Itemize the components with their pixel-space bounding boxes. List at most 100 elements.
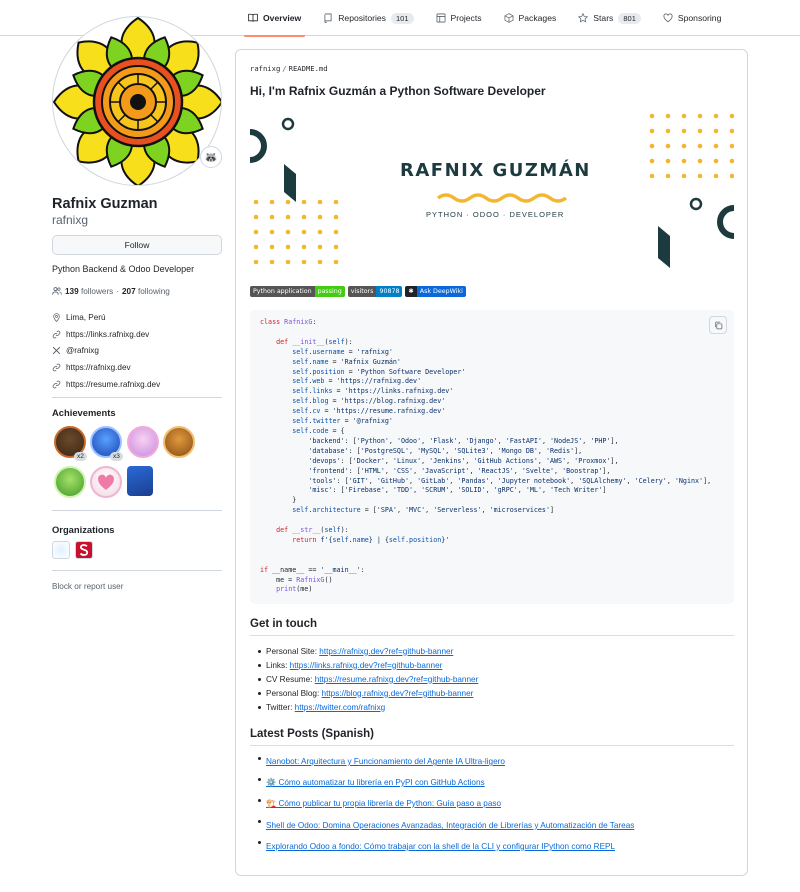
heart-icon [663,13,673,23]
dot-separator: · [116,286,119,296]
tab-packages-label: Packages [518,13,557,23]
shield-value: passing [314,286,345,297]
book-icon [248,13,258,22]
tab-overview[interactable]: Overview [244,0,306,37]
profile-username: rafnixg [52,213,89,227]
tab-repositories[interactable]: Repositories 101 [319,0,417,36]
visitors-shield[interactable]: visitors 90878 [347,286,403,297]
python-app-shield[interactable]: Python application passing [250,286,345,297]
code-block: class RafnixG: def __init__(self): self.… [250,310,734,604]
tab-stars-label: Stars [593,13,614,23]
tab-sponsoring-label: Sponsoring [677,13,722,23]
website-row[interactable]: https://rafnixg.dev [52,359,160,376]
breadcrumb: rafnixg / README.md [250,64,328,73]
twitter-row[interactable]: @rafnixg [52,342,160,359]
contact-link[interactable]: https://blog.rafnixg.dev?ref=github-bann… [322,689,474,698]
status-emoji-icon[interactable]: 🦝 [200,146,222,168]
contact-label: Personal Blog: [266,688,320,698]
organizations-heading: Organizations [52,524,115,535]
crumb-file[interactable]: README.md [289,64,328,73]
achievement-heart-on-sleeve[interactable] [90,466,122,498]
achievement-count: x3 [110,452,123,461]
achievement-yolo[interactable] [127,426,159,458]
achievement-pair-extraordinaire[interactable] [54,466,86,498]
readme-title: Hi, I'm Rafnix Guzmán a Python Software … [250,84,546,98]
copy-button[interactable] [709,316,727,334]
banner-subtitle: PYTHON · ODOO · DEVELOPER [426,210,565,219]
shield-value: Ask DeepWiki [416,286,466,297]
resume-text[interactable]: https://resume.rafnixg.dev [66,380,160,389]
copy-icon [714,321,722,329]
divider [52,397,222,398]
stars-counter: 801 [618,12,641,24]
deepwiki-icon: ✱ [405,286,417,297]
contact-link[interactable]: https://links.rafnixg.dev?ref=github-ban… [290,661,443,670]
shields-row: Python application passing visitors 9087… [250,286,466,297]
links-row[interactable]: https://links.rafnixg.dev [52,326,160,343]
org-avatar[interactable] [52,541,70,559]
list-item: Personal Site: https://rafnixg.dev?ref=g… [257,644,478,658]
heading-underline [250,635,734,636]
tab-projects[interactable]: Projects [432,0,486,36]
following-link[interactable]: 207 following [122,287,170,296]
list-item: Links: https://links.rafnixg.dev?ref=git… [257,658,478,672]
avatar[interactable] [52,16,222,186]
link-icon [52,380,61,388]
shield-label: Python application [250,286,315,297]
tab-sponsoring[interactable]: Sponsoring [659,0,725,36]
post-link[interactable]: Shell de Odoo: Domina Operaciones Avanza… [266,821,634,830]
shield-label: visitors [347,286,377,297]
people-icon [52,287,62,295]
x-twitter-icon [52,347,61,355]
following-label: following [137,286,170,296]
org-avatar[interactable] [75,541,93,559]
follow-button[interactable]: Follow [52,235,222,255]
get-in-touch-heading: Get in touch [250,618,318,630]
crumb-user[interactable]: rafnixg [250,64,280,73]
website-text[interactable]: https://rafnixg.dev [66,363,131,372]
contact-label: CV Resume: [266,674,313,684]
post-link[interactable]: Explorando Odoo a fondo: Cómo trabajar c… [266,842,615,851]
block-report-link[interactable]: Block or report user [52,582,123,591]
resume-row[interactable]: https://resume.rafnixg.dev [52,376,160,393]
post-link[interactable]: 🏗️ Cómo publicar tu propia librería de P… [266,799,501,809]
list-item: Explorando Odoo a fondo: Cómo trabajar c… [257,836,634,857]
post-link[interactable]: Nanobot: Arquitectura y Funcionamiento d… [266,757,505,766]
contact-link[interactable]: https://resume.rafnixg.dev?ref=github-ba… [315,675,479,684]
location-text: Lima, Perú [66,312,106,322]
crumb-separator: / [282,64,287,73]
profile-bio: Python Backend & Odoo Developer [52,264,195,274]
twitter-text[interactable]: @rafnixg [66,346,99,355]
list-item: Twitter: https://twitter.com/rafnixg [257,700,478,714]
latest-posts-heading: Latest Posts (Spanish) [250,728,374,740]
repositories-counter: 101 [390,12,414,24]
code-content: class RafnixG: def __init__(self): self.… [260,318,712,594]
achievement-arctic-code-vault[interactable] [127,466,153,496]
readme-banner: RAFNIX GUZMÁN PYTHON · ODOO · DEVELOPER [250,112,734,274]
shield-value: 90878 [376,286,403,297]
deepwiki-shield[interactable]: ✱ Ask DeepWiki [405,286,466,297]
list-item: ⚙️ Cómo automatizar tu librería en PyPI … [257,772,634,793]
banner-decoration [250,113,734,268]
contact-list: Personal Site: https://rafnixg.dev?ref=g… [257,644,479,714]
link-icon [52,330,61,338]
location-icon [53,313,60,322]
contact-link[interactable]: https://twitter.com/rafnixg [295,703,386,712]
achievement-quickdraw[interactable] [163,426,195,458]
followers-link[interactable]: 139 followers [65,287,113,296]
mandala-avatar-image [53,17,221,185]
list-item: Nanobot: Arquitectura y Funcionamiento d… [257,751,634,772]
contact-link[interactable]: https://rafnixg.dev?ref=github-banner [319,647,453,656]
repo-icon [324,13,332,23]
tab-stars[interactable]: Stars 801 [574,0,645,36]
location-row: Lima, Perú [52,309,160,326]
package-icon [504,13,513,23]
followers-label: followers [80,286,114,296]
achievement-count: x2 [74,452,87,461]
star-icon [578,13,589,23]
s-logo-icon [79,544,89,556]
tab-packages[interactable]: Packages [500,0,561,36]
post-link[interactable]: ⚙️ Cómo automatizar tu librería en PyPI … [266,778,485,788]
contact-label: Twitter: [266,702,293,712]
link-text[interactable]: https://links.rafnixg.dev [66,330,149,339]
